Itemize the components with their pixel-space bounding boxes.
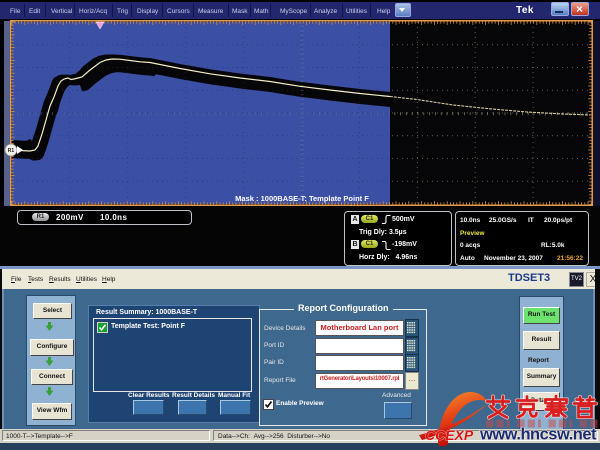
svg-text:CCEXP: CCEXP — [425, 427, 474, 443]
svg-text:www.hncsw.net: www.hncsw.net — [479, 426, 597, 444]
svg-text:R1: R1 — [8, 148, 15, 154]
svg-text:Mask : 1000BASE-T: Template Po: Mask : 1000BASE-T: Template Point F — [235, 194, 369, 203]
